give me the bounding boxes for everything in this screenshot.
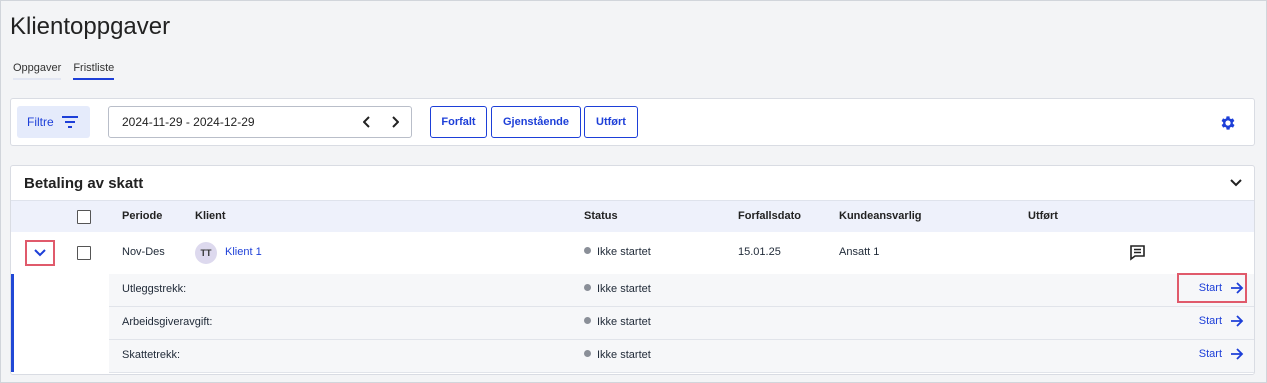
chevron-down-icon[interactable] xyxy=(1229,176,1243,190)
column-header-status[interactable]: Status xyxy=(584,210,618,222)
tab-bar: Oppgaver Fristliste xyxy=(13,62,115,80)
previous-period-button[interactable] xyxy=(359,113,375,131)
chevron-left-icon xyxy=(363,116,370,128)
start-button[interactable]: Start xyxy=(1199,282,1244,294)
arrow-right-icon xyxy=(1231,348,1244,360)
avatar: TT xyxy=(195,242,217,264)
start-button[interactable]: Start xyxy=(1199,315,1244,327)
start-label: Start xyxy=(1198,282,1222,294)
expanded-indicator xyxy=(11,274,14,372)
tab-oppgaver[interactable]: Oppgaver xyxy=(13,62,62,80)
column-header-forfallsdato[interactable]: Forfallsdato xyxy=(738,210,801,222)
subtask-status: Ikke startet xyxy=(584,283,651,295)
status-value: Ikke startet xyxy=(584,246,651,258)
row-checkbox[interactable] xyxy=(77,246,91,260)
table-row: Nov-Des TT Klient 1 Ikke startet 15.01.2… xyxy=(11,232,1254,274)
utfort-button[interactable]: Utført xyxy=(584,106,638,138)
table-header: Periode Klient Status Forfallsdato Kunde… xyxy=(11,200,1254,232)
filter-label: Filtre xyxy=(27,115,54,129)
start-label: Start xyxy=(1198,348,1222,360)
section-title: Betaling av skatt xyxy=(24,175,144,192)
status-text: Ikke startet xyxy=(597,349,651,361)
periode-value: Nov-Des xyxy=(122,246,165,258)
arrow-right-icon xyxy=(1231,315,1244,327)
select-all-checkbox[interactable] xyxy=(77,210,91,224)
status-dot-icon xyxy=(584,317,591,324)
status-text: Ikke startet xyxy=(597,316,651,328)
date-range-value: 2024-11-29 - 2024-12-29 xyxy=(122,115,255,129)
list-item: Utleggstrekk: Ikke startet Start xyxy=(109,274,1254,307)
comment-icon[interactable] xyxy=(1129,244,1146,261)
column-header-utfort[interactable]: Utført xyxy=(1028,210,1058,222)
toolbar: Filtre 2024-11-29 - 2024-12-29 Forfalt G… xyxy=(10,98,1255,146)
subtask-status: Ikke startet xyxy=(584,316,651,328)
forfalt-button[interactable]: Forfalt xyxy=(430,106,487,138)
subtask-list: Utleggstrekk: Ikke startet Start Arbeids… xyxy=(11,274,1254,374)
gear-icon[interactable] xyxy=(1219,114,1237,132)
list-item: Arbeidsgiveravgift: Ikke startet Start xyxy=(109,307,1254,340)
subtask-label: Arbeidsgiveravgift: xyxy=(122,316,213,328)
filter-button[interactable]: Filtre xyxy=(17,106,90,138)
start-button[interactable]: Start xyxy=(1199,348,1244,360)
status-dot-icon xyxy=(584,247,591,254)
klient-link[interactable]: Klient 1 xyxy=(225,246,262,258)
list-item: Skattetrekk: Ikke startet Start xyxy=(109,340,1254,373)
arrow-right-icon xyxy=(1231,282,1244,294)
page-title: Klientoppgaver xyxy=(10,13,171,40)
status-dot-icon xyxy=(584,284,591,291)
status-dot-icon xyxy=(584,350,591,357)
betaling-av-skatt-card: Betaling av skatt Periode Klient Status … xyxy=(10,165,1255,375)
gjenstaende-button[interactable]: Gjenstående xyxy=(491,106,581,138)
status-text: Ikke startet xyxy=(597,246,651,258)
expand-row-button[interactable] xyxy=(25,240,55,266)
next-period-button[interactable] xyxy=(387,113,403,131)
tab-fristliste[interactable]: Fristliste xyxy=(73,62,115,80)
subtask-label: Utleggstrekk: xyxy=(122,283,187,295)
column-header-kundeansvarlig[interactable]: Kundeansvarlig xyxy=(839,210,922,222)
filter-lines-icon xyxy=(61,116,78,128)
status-text: Ikke startet xyxy=(597,283,651,295)
subtask-label: Skattetrekk: xyxy=(122,349,181,361)
start-label: Start xyxy=(1198,315,1222,327)
chevron-right-icon xyxy=(392,116,399,128)
column-header-klient[interactable]: Klient xyxy=(195,210,226,222)
date-range-picker[interactable]: 2024-11-29 - 2024-12-29 xyxy=(108,106,412,138)
kundeansvarlig-value: Ansatt 1 xyxy=(839,246,880,258)
chevron-down-icon xyxy=(34,249,46,257)
forfallsdato-value: 15.01.25 xyxy=(738,246,781,258)
subtask-status: Ikke startet xyxy=(584,349,651,361)
column-header-periode[interactable]: Periode xyxy=(122,210,162,222)
